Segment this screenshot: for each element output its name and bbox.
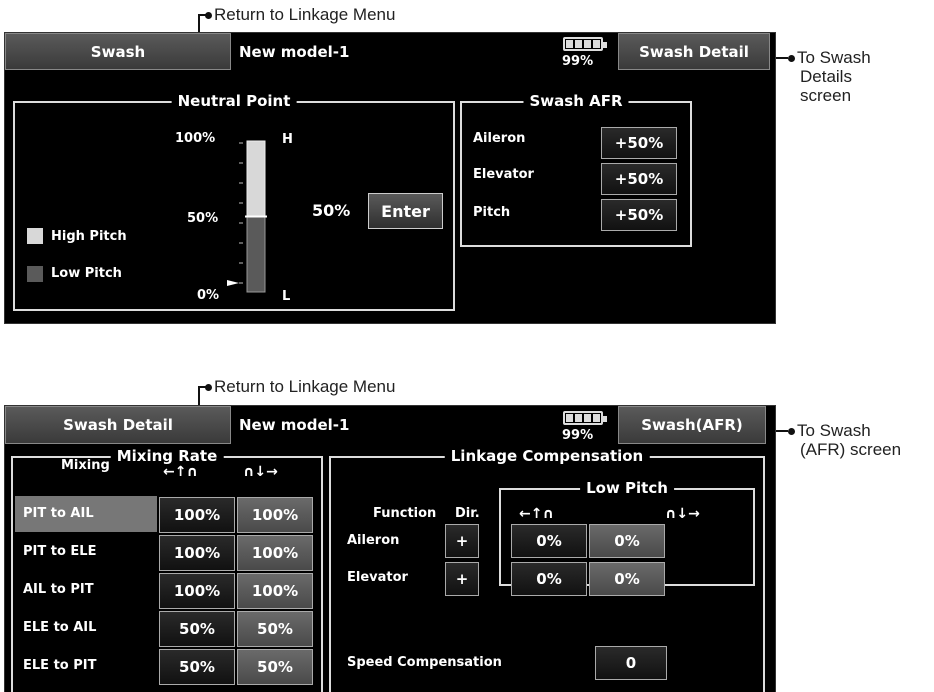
mix-row-5-label[interactable]: ELE to PIT (23, 658, 96, 673)
mix-row-2-b[interactable]: 100% (237, 535, 313, 571)
high-pitch-legend-label: High Pitch (51, 229, 127, 244)
comp-elevator-dir[interactable]: + (445, 562, 479, 596)
low-pitch-col-b-header: ∩↓→ (665, 506, 700, 522)
comp-aileron-dir[interactable]: + (445, 524, 479, 558)
linkage-compensation-title: Linkage Compensation (444, 447, 650, 465)
comp-aileron-b[interactable]: 0% (589, 524, 665, 558)
scale-50: 50% (187, 211, 219, 226)
mixing-col-a-header: ←↑∩ (163, 464, 198, 480)
comp-aileron-a[interactable]: 0% (511, 524, 587, 558)
mix-row-2-label[interactable]: PIT to ELE (23, 544, 96, 559)
mixing-rate-title: Mixing Rate (110, 447, 224, 465)
to-swash-details-note: To Swash Details screen (788, 48, 871, 105)
comp-aileron-label: Aileron (347, 533, 400, 548)
battery-percentage-2: 99% (562, 428, 594, 443)
comp-elevator-label: Elevator (347, 570, 408, 585)
low-pitch-legend-swatch (27, 266, 43, 282)
mix-row-1-label[interactable]: PIT to AIL (23, 506, 94, 521)
speed-compensation-value[interactable]: 0 (595, 646, 667, 680)
scale-100: 100% (175, 131, 216, 146)
to-swash-afr-note: To Swash (AFR) screen (788, 421, 901, 459)
afr-elevator-value[interactable]: +50% (601, 163, 677, 195)
gauge-low-pitch-fill (246, 216, 266, 293)
battery-percentage: 99% (562, 54, 594, 69)
high-pitch-legend-swatch (27, 228, 43, 244)
neutral-point-title: Neutral Point (171, 92, 297, 110)
pointer-icon (227, 280, 239, 286)
mix-row-3-b[interactable]: 100% (237, 573, 313, 609)
comp-elevator-a[interactable]: 0% (511, 562, 587, 596)
mix-row-4-b[interactable]: 50% (237, 611, 313, 647)
scale-0: 0% (197, 288, 220, 303)
tab-swash-detail[interactable]: Swash Detail (5, 406, 231, 444)
model-name: New model-1 (231, 33, 431, 70)
neutral-point-value: 50% (312, 201, 351, 220)
mix-row-5-b[interactable]: 50% (237, 649, 313, 685)
mixing-col-b-header: ∩↓→ (243, 464, 278, 480)
neutral-point-gauge (227, 140, 267, 293)
gauge-high-pitch-fill (246, 140, 266, 217)
low-pitch-col-a-header: ←↑∩ (519, 506, 554, 522)
low-pitch-legend-label: Low Pitch (51, 266, 122, 281)
model-name-2: New model-1 (231, 406, 431, 444)
afr-pitch-value[interactable]: +50% (601, 199, 677, 231)
function-column-header: Function (373, 506, 437, 521)
swash-afr-button[interactable]: Swash(AFR) (618, 406, 766, 444)
mix-row-1-a[interactable]: 100% (159, 497, 235, 533)
swash-afr-title: Swash AFR (523, 92, 629, 110)
mixing-column-header: Mixing (61, 458, 110, 473)
mix-row-4-label[interactable]: ELE to AIL (23, 620, 96, 635)
mix-row-5-a[interactable]: 50% (159, 649, 235, 685)
afr-aileron-value[interactable]: +50% (601, 127, 677, 159)
mix-row-2-a[interactable]: 100% (159, 535, 235, 571)
swash-detail-screen: Swash Detail New model-1 99% Swash(AFR) … (5, 406, 775, 692)
mix-row-4-a[interactable]: 50% (159, 611, 235, 647)
afr-pitch-label: Pitch (473, 205, 511, 220)
mix-row-1-b[interactable]: 100% (237, 497, 313, 533)
tab-swash[interactable]: Swash (5, 33, 231, 70)
battery-icon (563, 37, 607, 51)
return-to-linkage-menu-note-2: Return to Linkage Menu (205, 377, 395, 396)
dir-column-header: Dir. (455, 506, 480, 521)
speed-compensation-label: Speed Compensation (347, 655, 502, 670)
enter-button[interactable]: Enter (368, 193, 443, 229)
battery-icon-2 (563, 411, 607, 425)
return-to-linkage-menu-note: Return to Linkage Menu (205, 5, 395, 24)
comp-elevator-b[interactable]: 0% (589, 562, 665, 596)
afr-aileron-label: Aileron (473, 131, 526, 146)
mix-row-3-label[interactable]: AIL to PIT (23, 582, 94, 597)
swash-detail-button[interactable]: Swash Detail (618, 33, 770, 70)
swash-screen: Swash New model-1 99% Swash Detail Neutr… (5, 33, 775, 323)
low-pitch-title: Low Pitch (580, 479, 674, 497)
afr-elevator-label: Elevator (473, 167, 534, 182)
mix-row-3-a[interactable]: 100% (159, 573, 235, 609)
